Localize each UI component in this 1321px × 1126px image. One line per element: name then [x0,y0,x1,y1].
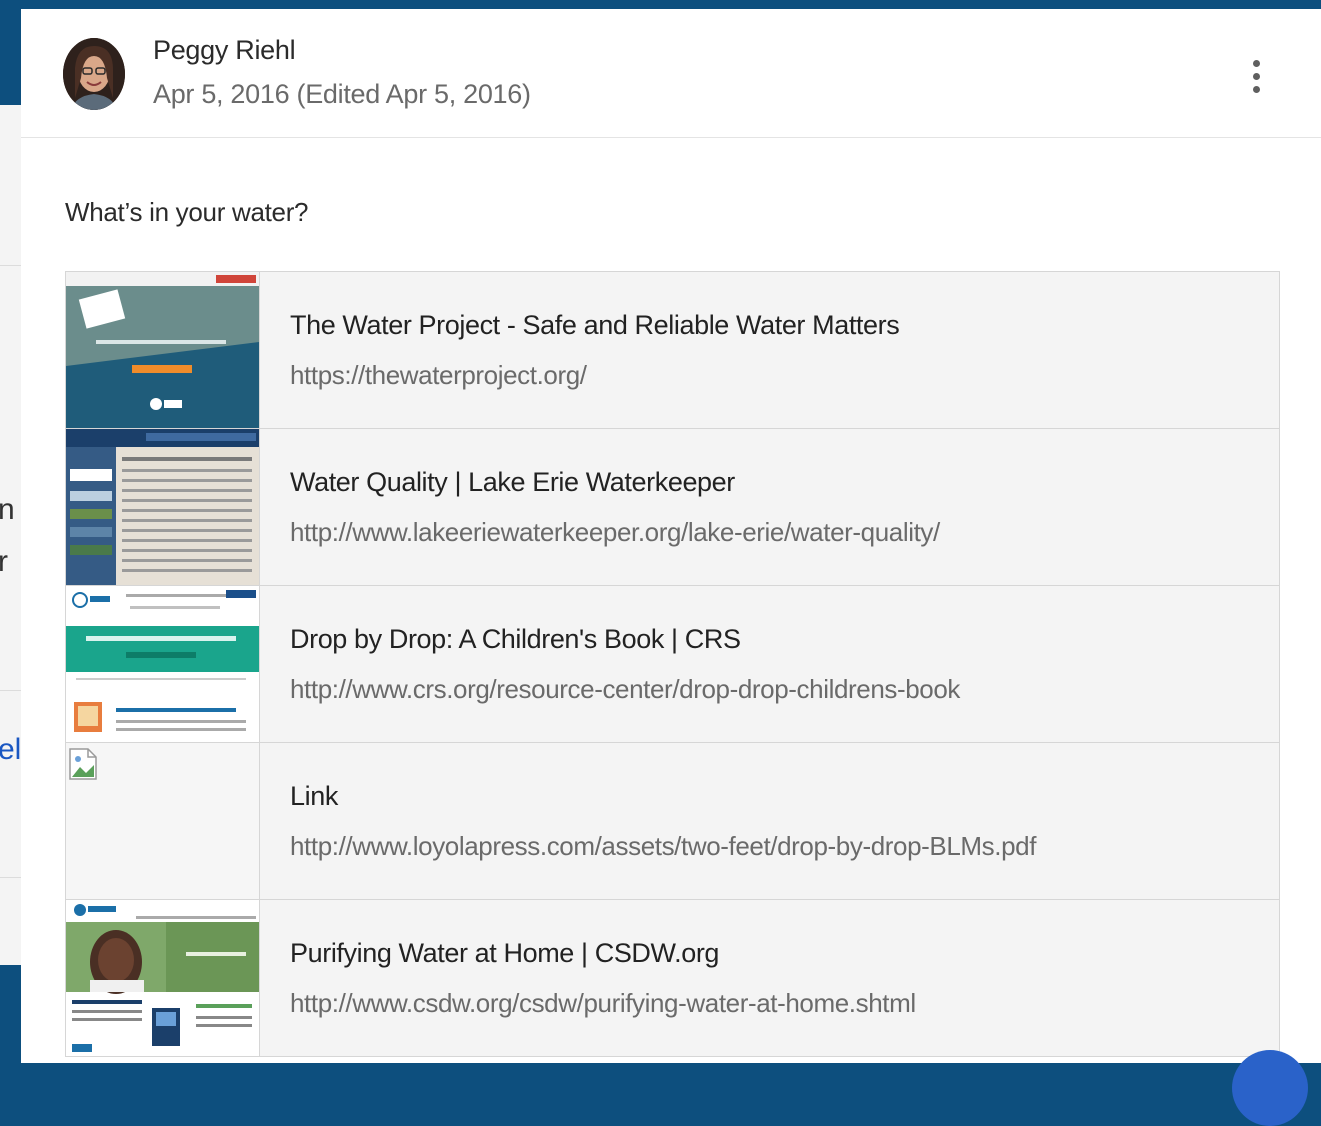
attachment-thumbnail [66,586,260,742]
attachment-title[interactable]: Water Quality | Lake Erie Waterkeeper [290,467,735,498]
attachment-thumbnail [66,272,260,428]
more-vert-icon [1252,85,1260,93]
post-header: Peggy Riehl Apr 5, 2016 (Edited Apr 5, 2… [21,9,1321,138]
attachment-title[interactable]: The Water Project - Safe and Reliable Wa… [290,310,900,341]
more-options-button[interactable] [1241,51,1271,101]
attachment-item[interactable]: The Water Project - Safe and Reliable Wa… [66,272,1279,429]
attachment-url: http://www.crs.org/resource-center/drop-… [290,674,961,704]
attachment-thumbnail [66,900,260,1056]
broken-image-icon [69,748,97,780]
attachment-item[interactable]: Link http://www.loyolapress.com/assets/t… [66,743,1279,900]
attachment-url: http://www.lakeeriewaterkeeper.org/lake-… [290,517,940,547]
divider [0,265,22,266]
attachment-thumbnail [66,429,260,585]
attachment-title[interactable]: Purifying Water at Home | CSDW.org [290,938,719,969]
more-vert-icon [1252,59,1260,67]
divider [0,690,22,691]
attachment-title[interactable]: Drop by Drop: A Children's Book | CRS [290,624,741,655]
background-link-fragment[interactable]: el [0,733,21,767]
avatar[interactable] [63,38,125,110]
floating-action-button[interactable] [1232,1050,1308,1126]
post-text: What’s in your water? [65,197,309,227]
post-card: Peggy Riehl Apr 5, 2016 (Edited Apr 5, 2… [21,9,1321,1063]
attachment-item[interactable]: Water Quality | Lake Erie Waterkeeper ht… [66,429,1279,586]
attachment-title[interactable]: Link [290,781,338,812]
attachment-item[interactable]: Drop by Drop: A Children's Book | CRS ht… [66,586,1279,743]
attachment-url: https://thewaterproject.org/ [290,360,587,390]
background-text-fragment: n [0,493,15,526]
attachment-thumbnail [66,743,260,899]
attachment-list: The Water Project - Safe and Reliable Wa… [65,271,1280,1057]
background-text-fragment: r [0,545,8,578]
author-name[interactable]: Peggy Riehl [153,35,296,66]
background-page-panel: n r el [0,105,23,965]
divider [0,877,22,878]
more-vert-icon [1252,72,1260,80]
attachment-url: http://www.loyolapress.com/assets/two-fe… [290,831,1037,861]
attachment-item[interactable]: Purifying Water at Home | CSDW.org http:… [66,900,1279,1056]
attachment-url: http://www.csdw.org/csdw/purifying-water… [290,988,916,1018]
post-date: Apr 5, 2016 (Edited Apr 5, 2016) [153,79,531,109]
